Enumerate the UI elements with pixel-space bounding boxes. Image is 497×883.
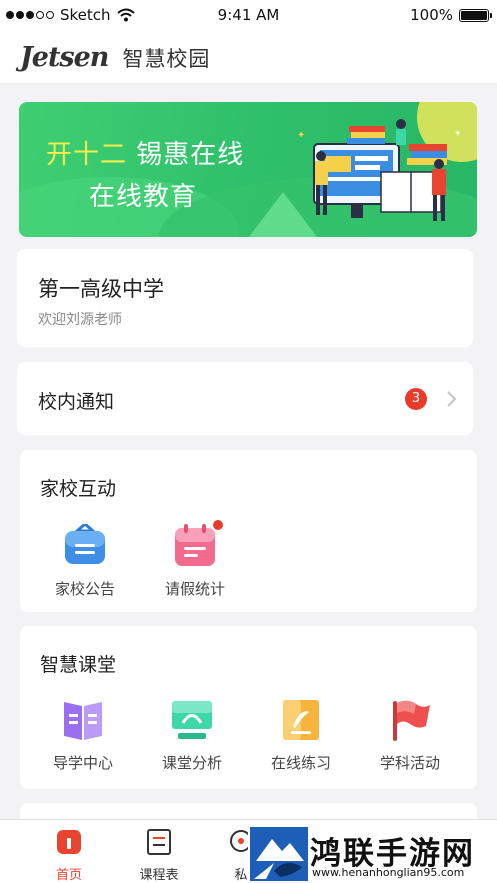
home-icon: [57, 830, 81, 854]
battery-percent: 100%: [410, 6, 453, 24]
app-title: 智慧校园: [122, 46, 211, 71]
chevron-right-icon: [447, 391, 457, 407]
banner-headline-highlight: 开十二: [46, 140, 128, 170]
flag-icon: [388, 698, 432, 742]
subject-activity-label: 学科活动: [379, 754, 440, 772]
status-bar: Sketch 9:41 AM 100%: [0, 0, 497, 32]
announcement-icon: [63, 522, 107, 568]
exercise-icon: [279, 698, 323, 742]
announcement-button[interactable]: 家校公告: [30, 522, 140, 599]
banner-headline: 开十二 锡惠在线: [46, 134, 244, 171]
promo-banner[interactable]: 开十二 锡惠在线 在线教育 ✦ ✦: [19, 102, 477, 237]
tab-home-label: 首页: [55, 868, 82, 883]
class-analysis-label: 课堂分析: [161, 754, 222, 772]
online-exercise-label: 在线练习: [270, 754, 331, 772]
study-guide-label: 导学中心: [52, 754, 113, 772]
battery-area: 100%: [410, 6, 492, 24]
monitor-icon: [170, 698, 214, 742]
school-name: 第一高级中学: [38, 277, 164, 301]
leave-stats-label: 请假统计: [164, 580, 225, 598]
new-dot-badge: [213, 520, 223, 530]
section-title: 智慧课堂: [40, 654, 117, 676]
schedule-icon: [147, 829, 171, 855]
banner-headline-rest: 锡惠在线: [127, 140, 245, 170]
watermark-logo: [250, 827, 308, 881]
tab-home[interactable]: 首页: [24, 828, 114, 883]
school-notice-row[interactable]: 校内通知 3: [17, 362, 473, 435]
leave-stats-button[interactable]: 请假统计: [140, 520, 250, 599]
battery-icon: [459, 8, 492, 22]
notice-count-badge: 3: [405, 388, 427, 410]
school-card[interactable]: 第一高级中学 欢迎刘源老师: [17, 249, 473, 347]
welcome-text: 欢迎刘源老师: [38, 312, 122, 328]
online-education-illustration: ✦ ✦: [297, 119, 462, 221]
site-watermark: 鸿联手游网 www.henanhonglian95.com: [248, 826, 497, 883]
leave-stats-icon: [173, 520, 223, 568]
subject-activity-button[interactable]: 学科活动: [355, 698, 465, 773]
jetsen-logo: Jetsen: [20, 42, 109, 73]
class-analysis-button[interactable]: 课堂分析: [137, 698, 247, 773]
banner-subheadline: 在线教育: [89, 182, 198, 212]
announcement-label: 家校公告: [54, 580, 115, 598]
smart-classroom-section: 智慧课堂 导学中心 课堂分析 在线练习 学科活动: [20, 626, 477, 789]
online-exercise-button[interactable]: 在线练习: [246, 698, 356, 773]
study-guide-button[interactable]: 导学中心: [28, 698, 138, 773]
svg-text:✦: ✦: [454, 129, 462, 139]
notice-title: 校内通知: [38, 391, 115, 413]
home-school-section: 家校互动 家校公告 请假统计: [20, 450, 477, 612]
tab-schedule[interactable]: 课程表: [114, 828, 204, 883]
watermark-url: www.henanhonglian95.com: [312, 866, 465, 879]
book-icon: [61, 698, 105, 742]
app-header: Jetsen 智慧校园: [0, 32, 497, 84]
section-title: 家校互动: [40, 478, 117, 500]
tab-schedule-label: 课程表: [139, 868, 179, 883]
svg-text:✦: ✦: [297, 130, 305, 141]
